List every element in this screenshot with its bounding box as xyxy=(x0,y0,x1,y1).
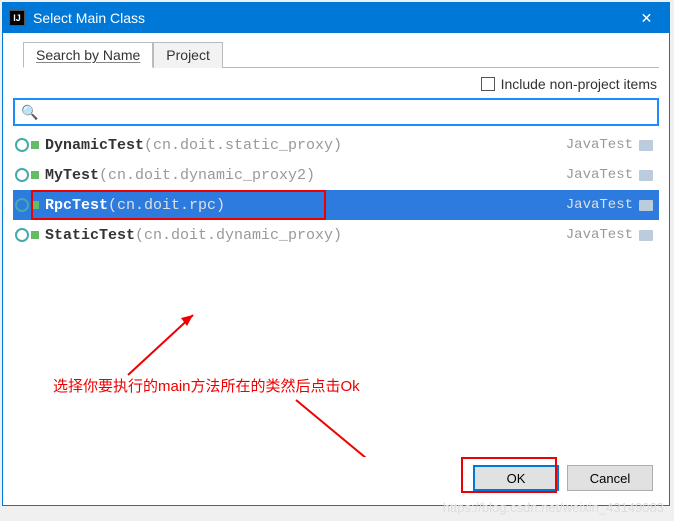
dialog-window: IJ Select Main Class ✕ Search by Name Pr… xyxy=(2,2,670,506)
folder-icon xyxy=(639,230,653,241)
class-icon xyxy=(15,138,29,152)
include-non-project-checkbox[interactable] xyxy=(481,77,495,91)
close-button[interactable]: ✕ xyxy=(624,3,669,33)
class-name: DynamicTest xyxy=(45,137,144,154)
tab-search-by-name[interactable]: Search by Name xyxy=(23,42,153,68)
class-name: MyTest xyxy=(45,167,99,184)
cancel-button[interactable]: Cancel xyxy=(567,465,653,491)
package-name: (cn.doit.rpc) xyxy=(108,197,225,214)
module-name: JavaTest xyxy=(566,167,633,183)
run-icon xyxy=(31,231,39,239)
app-icon: IJ xyxy=(9,10,25,26)
run-icon xyxy=(31,141,39,149)
package-name: (cn.doit.dynamic_proxy2) xyxy=(99,167,315,184)
ok-button[interactable]: OK xyxy=(473,465,559,491)
annotation-arrow-1 xyxy=(123,310,203,380)
annotation-arrow-2 xyxy=(291,395,481,457)
class-name: RpcTest xyxy=(45,197,108,214)
folder-icon xyxy=(639,200,653,211)
result-row[interactable]: MyTest (cn.doit.dynamic_proxy2) JavaTest xyxy=(13,160,659,190)
include-non-project-label: Include non-project items xyxy=(501,76,657,92)
search-input[interactable] xyxy=(44,103,651,121)
class-icon xyxy=(15,228,29,242)
search-box[interactable]: 🔍 xyxy=(13,98,659,126)
class-name: StaticTest xyxy=(45,227,135,244)
results-list: DynamicTest (cn.doit.static_proxy) JavaTe… xyxy=(13,130,659,457)
module-name: JavaTest xyxy=(566,227,633,243)
folder-icon xyxy=(639,140,653,151)
search-icon: 🔍 xyxy=(21,104,38,121)
package-name: (cn.doit.static_proxy) xyxy=(144,137,342,154)
class-icon xyxy=(15,198,29,212)
titlebar[interactable]: IJ Select Main Class ✕ xyxy=(3,3,669,33)
tabs: Search by Name Project xyxy=(23,41,659,68)
folder-icon xyxy=(639,170,653,181)
result-row[interactable]: RpcTest (cn.doit.rpc) JavaTest xyxy=(13,190,659,220)
window-title: Select Main Class xyxy=(33,10,624,26)
options-row: Include non-project items xyxy=(13,74,659,98)
tab-project[interactable]: Project xyxy=(153,42,223,68)
result-row[interactable]: DynamicTest (cn.doit.static_proxy) JavaTe… xyxy=(13,130,659,160)
module-name: JavaTest xyxy=(566,137,633,153)
button-bar: OK Cancel xyxy=(13,457,659,499)
module-name: JavaTest xyxy=(566,197,633,213)
run-icon xyxy=(31,201,39,209)
result-row[interactable]: StaticTest (cn.doit.dynamic_proxy) JavaTe… xyxy=(13,220,659,250)
annotation-text: 选择你要执行的main方法所在的类然后点击Ok xyxy=(53,375,360,396)
class-icon xyxy=(15,168,29,182)
run-icon xyxy=(31,171,39,179)
dialog-content: Search by Name Project Include non-proje… xyxy=(3,33,669,505)
package-name: (cn.doit.dynamic_proxy) xyxy=(135,227,342,244)
